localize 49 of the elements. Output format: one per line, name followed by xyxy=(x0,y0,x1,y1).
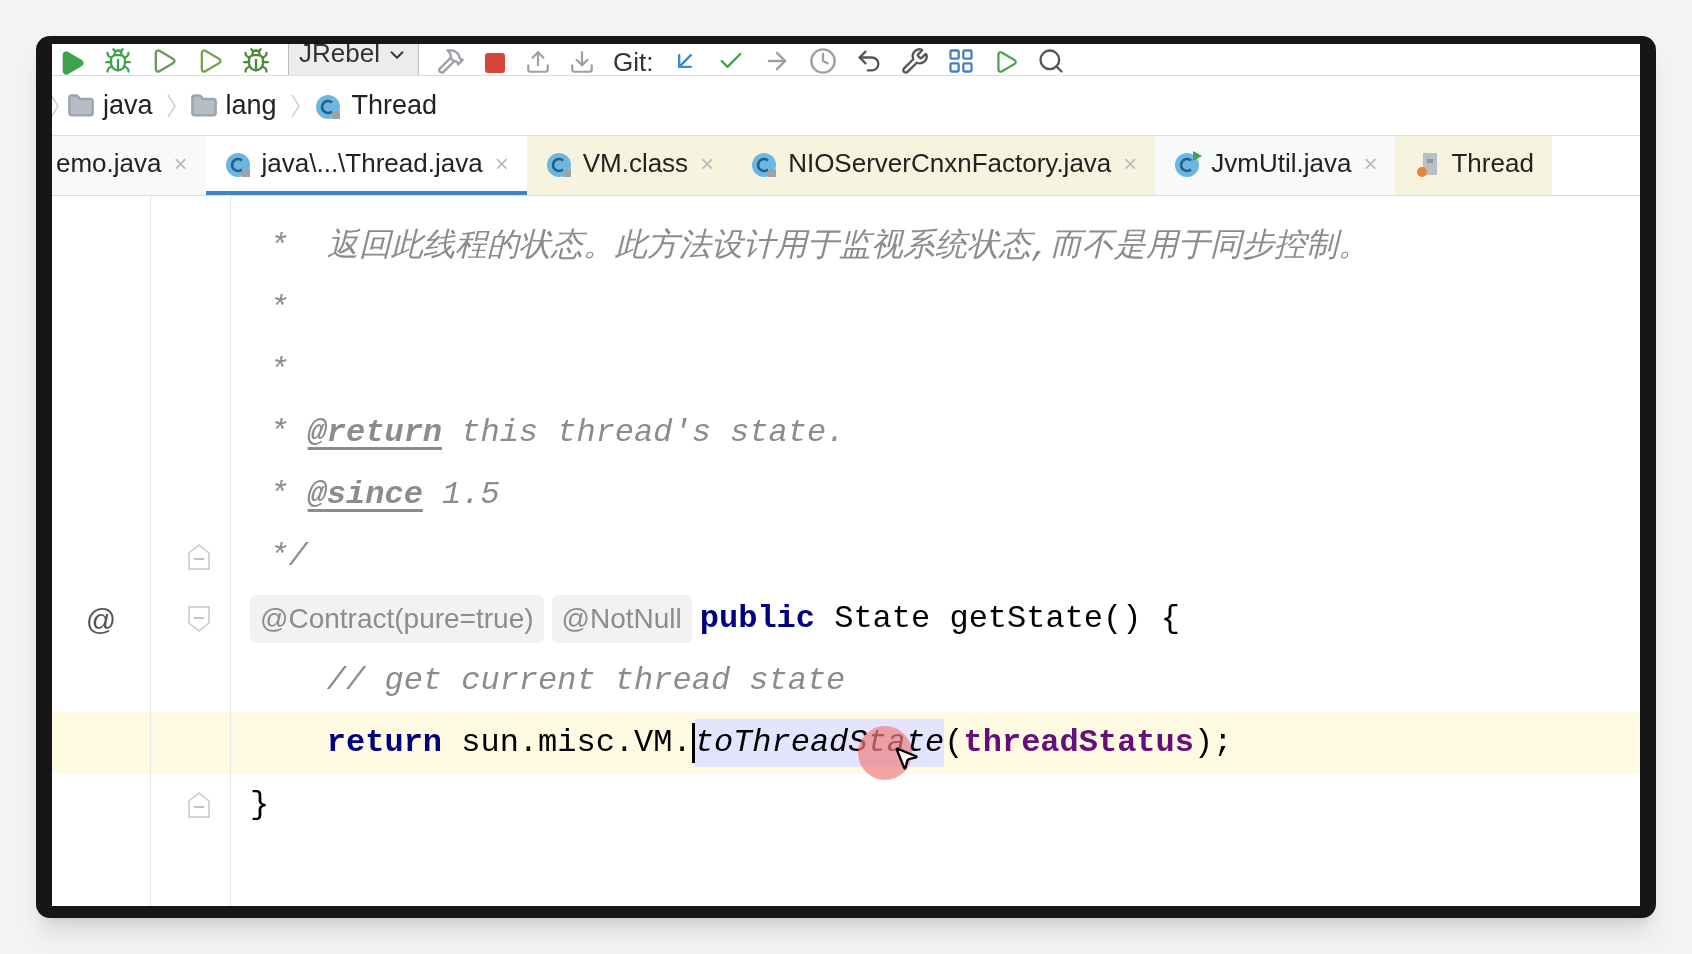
download-icon[interactable] xyxy=(568,49,595,75)
folder-icon xyxy=(67,91,95,120)
chevron-icon xyxy=(290,93,300,118)
code-token: threadStatus xyxy=(963,723,1194,763)
code-token: return xyxy=(325,723,443,763)
code-token: @since xyxy=(307,475,423,515)
editor-tab[interactable]: Thread xyxy=(1395,136,1552,195)
run-configuration-dropdown[interactable]: JRebel xyxy=(288,44,419,75)
breadcrumb-item[interactable]: java xyxy=(103,85,153,126)
search-icon[interactable] xyxy=(1037,47,1066,75)
chevron-icon xyxy=(52,93,59,118)
runnable-class-icon xyxy=(1173,148,1204,179)
fold-icon[interactable] xyxy=(187,791,211,819)
code-comment: 1.5 xyxy=(441,475,500,515)
editor-tab[interactable]: JvmUtil.java × xyxy=(1155,136,1396,195)
code-token: State getState() { xyxy=(833,599,1180,639)
chevron-icon xyxy=(166,93,176,118)
code-comment: this thread's state. xyxy=(460,413,846,453)
code-comment: * xyxy=(268,289,289,329)
code-comment: // get current thread state xyxy=(325,661,846,701)
vcs-label: Git: xyxy=(612,49,654,75)
fold-icon[interactable] xyxy=(187,605,211,633)
build-icon[interactable] xyxy=(436,47,465,75)
editor-tab[interactable]: emo.java × xyxy=(52,136,206,195)
code-comment: * xyxy=(268,413,290,453)
code-comment: * xyxy=(268,475,290,515)
breadcrumb-item[interactable]: lang xyxy=(225,85,277,126)
code-token: @return xyxy=(307,413,443,453)
upload-icon[interactable] xyxy=(524,49,551,75)
gutter-marker[interactable]: @ xyxy=(85,596,117,642)
settings-icon[interactable] xyxy=(901,47,930,75)
code-comment: * xyxy=(268,351,289,391)
stop-icon[interactable] xyxy=(482,51,507,75)
code-token: ); xyxy=(1193,723,1233,763)
annotation-hint: @Contract(pure=true) xyxy=(250,595,544,643)
annotation-hint: @NotNull xyxy=(551,595,692,643)
code-comment: */ xyxy=(268,537,308,577)
code-comment: * 返回此线程的状态。此方法设计用于监视系统状态,而不是用于同步控制。 xyxy=(268,227,1370,267)
fold-icon[interactable] xyxy=(187,543,211,571)
code-token: sun.misc.VM. xyxy=(460,723,692,763)
code-token: ( xyxy=(944,723,964,763)
breadcrumb-item[interactable]: Thread xyxy=(351,85,438,126)
folder-icon xyxy=(189,91,218,120)
editor-tab[interactable]: NIOServerCnxnFactory.java × xyxy=(732,136,1156,195)
debug-icon[interactable] xyxy=(104,47,132,75)
code-token: public xyxy=(699,599,815,639)
editor-tab[interactable]: VM.class × xyxy=(526,136,733,195)
history-icon[interactable] xyxy=(809,47,838,75)
code-token: } xyxy=(250,785,270,825)
